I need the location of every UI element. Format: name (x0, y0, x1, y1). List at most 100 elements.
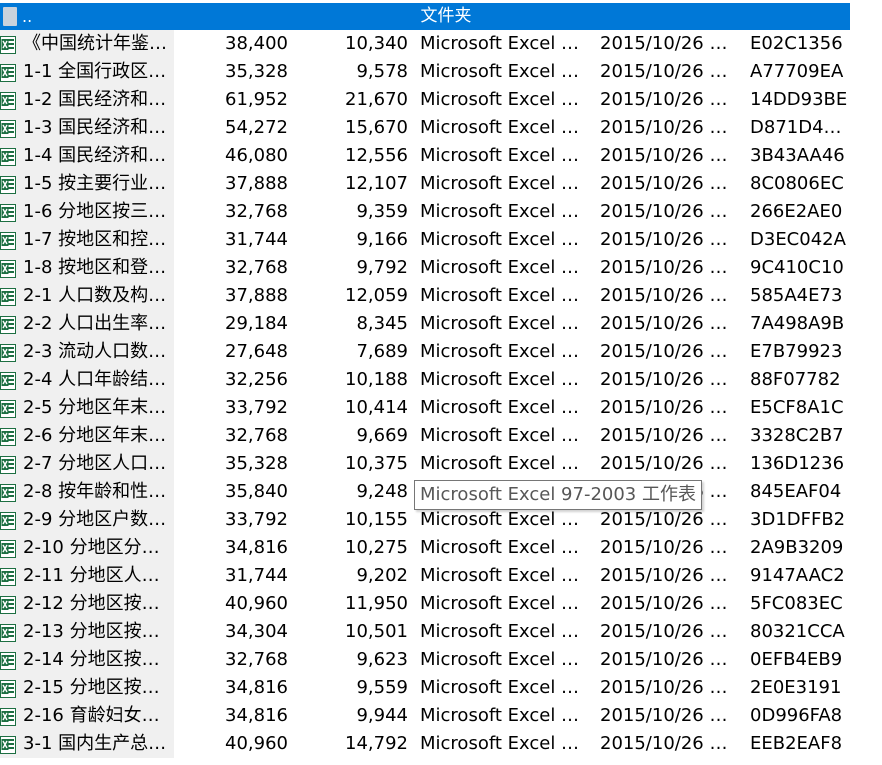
file-row[interactable]: 2-4 人口年龄结… 32,256 10,188 Microsoft Excel 9…… (0, 366, 850, 394)
file-row[interactable]: 1-5 按主要行业… 37,888 12,107 Microsoft Excel 9…… (0, 170, 850, 198)
file-crc: 0D996FA8 (750, 705, 843, 726)
file-crc: EEB2EAF8 (750, 733, 843, 754)
excel-file-icon (0, 147, 16, 166)
file-type: Microsoft Excel 9… (420, 593, 590, 614)
folder-up-icon (3, 7, 17, 26)
file-crc: 9147AAC2 (750, 565, 845, 586)
file-name: 2-3 流动人口数… (23, 341, 167, 362)
file-packed-size: 21,670 (345, 89, 408, 110)
file-size: 33,792 (225, 397, 288, 418)
file-size: 34,304 (225, 621, 288, 642)
file-list: .. 文件夹 《中国统计年鉴… 38,400 10,340 Microsoft Exc… (0, 3, 850, 758)
file-modified-date: 2015/10/26 1… (600, 705, 738, 726)
file-row[interactable]: 1-2 国民经济和… 61,952 21,670 Microsoft Excel 9…… (0, 86, 850, 114)
file-crc: D871D4… (750, 117, 842, 138)
file-size: 40,960 (225, 733, 288, 754)
file-row[interactable]: 2-5 分地区年末… 33,792 10,414 Microsoft Excel 9…… (0, 394, 850, 422)
excel-file-icon (0, 175, 16, 194)
file-modified-date: 2015/10/26 1… (600, 649, 738, 670)
parent-folder-row[interactable]: .. 文件夹 (0, 3, 850, 30)
file-modified-date: 2015/10/26 1… (600, 145, 738, 166)
excel-file-icon (0, 567, 16, 586)
file-row[interactable]: 2-14 分地区按… 32,768 9,623 Microsoft Excel 9… 2… (0, 646, 850, 674)
file-modified-date: 2015/10/26 1… (600, 677, 738, 698)
file-crc: 3B43AA46 (750, 145, 845, 166)
file-modified-date: 2015/10/26 1… (600, 593, 738, 614)
excel-file-icon (0, 455, 16, 474)
excel-file-icon (0, 735, 16, 754)
file-crc: 8C0806EC (750, 173, 844, 194)
file-packed-size: 10,340 (345, 33, 408, 54)
excel-file-icon (0, 707, 16, 726)
file-row[interactable]: 3-1 国内生产总… 40,960 14,792 Microsoft Excel 9…… (0, 730, 850, 758)
file-packed-size: 11,950 (345, 593, 408, 614)
file-type: Microsoft Excel 9… (420, 537, 590, 558)
file-crc: 7A498A9B (750, 313, 845, 334)
excel-file-icon (0, 427, 16, 446)
file-crc: 9C410C10 (750, 257, 844, 278)
excel-file-icon (0, 35, 16, 54)
file-size: 32,256 (225, 369, 288, 390)
file-row[interactable]: 2-12 分地区按… 40,960 11,950 Microsoft Excel 9…… (0, 590, 850, 618)
file-crc: 3328C2B7 (750, 425, 844, 446)
file-row[interactable]: 2-16 育龄妇女… 34,816 9,944 Microsoft Excel 9… 2… (0, 702, 850, 730)
file-crc: 266E2AE0 (750, 201, 843, 222)
type-tooltip: Microsoft Excel 97-2003 工作表 (414, 480, 702, 510)
file-size: 34,816 (225, 537, 288, 558)
file-name: 1-4 国民经济和… (23, 145, 167, 166)
parent-folder-name: .. (22, 7, 33, 26)
file-type: Microsoft Excel 9… (420, 229, 590, 250)
file-row[interactable]: 《中国统计年鉴… 38,400 10,340 Microsoft Excel 9… 20… (0, 30, 850, 58)
file-modified-date: 2015/10/26 1… (600, 509, 738, 530)
file-row[interactable]: 1-1 全国行政区… 35,328 9,578 Microsoft Excel 9… 2… (0, 58, 850, 86)
file-row[interactable]: 2-6 分地区年末… 32,768 9,669 Microsoft Excel 9… 2… (0, 422, 850, 450)
file-modified-date: 2015/10/26 1… (600, 173, 738, 194)
file-modified-date: 2015/10/26 1… (600, 257, 738, 278)
file-size: 54,272 (225, 117, 288, 138)
file-row[interactable]: 2-9 分地区户数… 33,792 10,155 Microsoft Excel 9…… (0, 506, 850, 534)
file-packed-size: 9,669 (356, 425, 408, 446)
file-size: 27,648 (225, 341, 288, 362)
file-modified-date: 2015/10/26 1… (600, 537, 738, 558)
file-crc: 88F07782 (750, 369, 841, 390)
file-name: 2-5 分地区年末… (23, 397, 167, 418)
file-type: Microsoft Excel 9… (420, 313, 590, 334)
file-row[interactable]: 1-6 分地区按三… 32,768 9,359 Microsoft Excel 9… 2… (0, 198, 850, 226)
file-name: 1-2 国民经济和… (23, 89, 167, 110)
file-row[interactable]: 1-8 按地区和登… 32,768 9,792 Microsoft Excel 9… 2… (0, 254, 850, 282)
file-name: 2-7 分地区人口… (23, 453, 167, 474)
file-row[interactable]: 1-3 国民经济和… 54,272 15,670 Microsoft Excel 9…… (0, 114, 850, 142)
file-size: 35,840 (225, 481, 288, 502)
file-modified-date: 2015/10/26 1… (600, 733, 738, 754)
file-modified-date: 2015/10/26 1… (600, 33, 738, 54)
excel-file-icon (0, 315, 16, 334)
file-name: 1-5 按主要行业… (23, 173, 167, 194)
file-modified-date: 2015/10/26 1… (600, 285, 738, 306)
file-name: 2-4 人口年龄结… (23, 369, 167, 390)
file-type: Microsoft Excel 9… (420, 89, 590, 110)
file-size: 38,400 (225, 33, 288, 54)
file-crc: D3EC042A (750, 229, 846, 250)
file-packed-size: 9,359 (356, 201, 408, 222)
file-modified-date: 2015/10/26 1… (600, 621, 738, 642)
file-name: 1-7 按地区和控… (23, 229, 167, 250)
file-packed-size: 7,689 (356, 341, 408, 362)
file-row[interactable]: 1-7 按地区和控… 31,744 9,166 Microsoft Excel 9… 2… (0, 226, 850, 254)
file-size: 35,328 (225, 453, 288, 474)
file-packed-size: 12,107 (345, 173, 408, 194)
file-row[interactable]: 2-1 人口数及构… 37,888 12,059 Microsoft Excel 9…… (0, 282, 850, 310)
file-row[interactable]: 2-3 流动人口数… 27,648 7,689 Microsoft Excel 9… 2… (0, 338, 850, 366)
file-row[interactable]: 2-13 分地区按… 34,304 10,501 Microsoft Excel 9…… (0, 618, 850, 646)
file-modified-date: 2015/10/26 1… (600, 117, 738, 138)
file-row[interactable]: 2-10 分地区分… 34,816 10,275 Microsoft Excel 9…… (0, 534, 850, 562)
file-packed-size: 10,375 (345, 453, 408, 474)
file-row[interactable]: 2-11 分地区人… 31,744 9,202 Microsoft Excel 9… 2… (0, 562, 850, 590)
file-row[interactable]: 2-15 分地区按… 34,816 9,559 Microsoft Excel 9… 2… (0, 674, 850, 702)
file-row[interactable]: 1-4 国民经济和… 46,080 12,556 Microsoft Excel 9…… (0, 142, 850, 170)
excel-file-icon (0, 595, 16, 614)
file-packed-size: 9,944 (356, 705, 408, 726)
file-row[interactable]: 2-2 人口出生率… 29,184 8,345 Microsoft Excel 9… 2… (0, 310, 850, 338)
file-name: 2-2 人口出生率… (23, 313, 167, 334)
file-row[interactable]: 2-7 分地区人口… 35,328 10,375 Microsoft Excel 9…… (0, 450, 850, 478)
file-crc: E7B79923 (750, 341, 843, 362)
